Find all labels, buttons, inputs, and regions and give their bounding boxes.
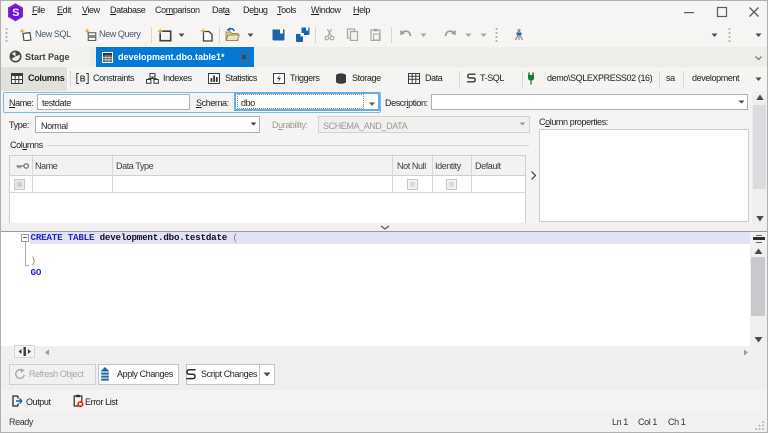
svg-text:S: S	[12, 7, 19, 19]
svg-text:B: B	[80, 75, 86, 84]
